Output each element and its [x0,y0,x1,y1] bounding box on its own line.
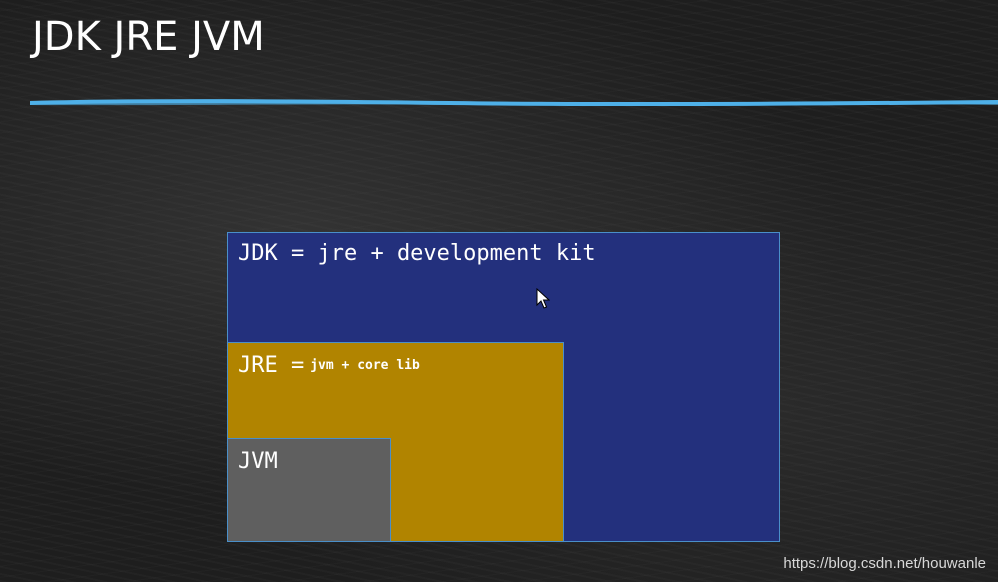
jdk-label: JDK = jre + development kit [238,241,596,266]
jre-label-main: JRE = [238,353,305,378]
jvm-box: JVM [227,438,391,542]
jre-label: JRE = jvm + core lib [238,353,420,378]
jre-label-sub: jvm + core lib [310,358,420,373]
watermark: https://blog.csdn.net/houwanle [783,555,986,572]
slide-title: JDK JRE JVM [32,14,265,60]
jvm-label: JVM [238,449,278,474]
mouse-pointer-icon [536,288,550,309]
title-underline [30,99,998,107]
